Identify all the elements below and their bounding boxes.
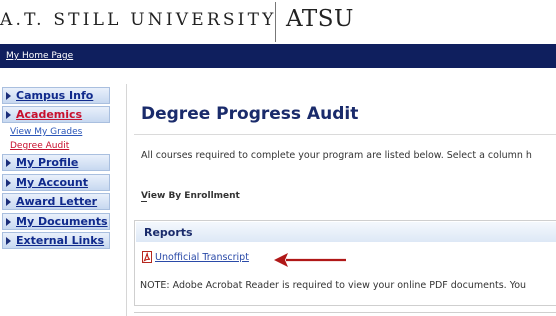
sidebar-item-my-documents[interactable]: My Documents xyxy=(2,213,110,230)
reports-header: Reports xyxy=(136,222,556,242)
site-header: A.T. STILL UNIVERSITY ATSU xyxy=(0,0,556,44)
sidebar-item-label: Academics xyxy=(16,108,83,121)
sidebar-item-external-links[interactable]: External Links xyxy=(2,232,110,249)
sidebar-item-label: External Links xyxy=(16,234,105,247)
sidebar-item-campus-info[interactable]: Campus Info xyxy=(2,87,110,104)
subitem-view-my-grades[interactable]: View My Grades xyxy=(10,127,82,137)
triangle-right-icon xyxy=(6,237,11,245)
atsu-logo: ATSU xyxy=(286,6,354,32)
sidebar-item-my-profile[interactable]: My Profile xyxy=(2,154,110,171)
page-title: Degree Progress Audit xyxy=(141,104,359,124)
access-key-underline xyxy=(141,201,147,202)
red-arrow-icon xyxy=(274,253,346,267)
intro-text: All courses required to complete your pr… xyxy=(141,150,532,161)
triangle-right-icon xyxy=(6,198,11,206)
triangle-right-icon xyxy=(6,179,11,187)
sidebar-item-label: My Documents xyxy=(16,215,108,228)
title-divider xyxy=(134,134,556,135)
reports-title: Reports xyxy=(144,226,193,239)
subitem-degree-audit[interactable]: Degree Audit xyxy=(10,141,69,151)
university-name: A.T. STILL UNIVERSITY xyxy=(0,10,277,30)
sidebar-item-label: Award Letter xyxy=(16,195,98,208)
triangle-right-icon xyxy=(6,218,11,226)
acrobat-note: NOTE: Adobe Acrobat Reader is required t… xyxy=(140,280,527,291)
triangle-right-icon xyxy=(6,159,11,167)
bottom-divider xyxy=(134,312,556,313)
sidebar-item-label: Campus Info xyxy=(16,89,94,102)
topbar-spacer xyxy=(0,68,556,84)
my-home-page-link[interactable]: My Home Page xyxy=(6,51,73,61)
sidebar-item-label: My Account xyxy=(16,176,88,189)
triangle-right-icon xyxy=(6,111,11,119)
top-nav-bar: My Home Page xyxy=(0,44,556,68)
sidebar-divider xyxy=(126,84,127,316)
header-divider xyxy=(275,2,276,42)
view-by-enrollment-label: View By Enrollment xyxy=(141,191,240,201)
pdf-file-icon xyxy=(142,251,152,263)
sidebar-item-label: My Profile xyxy=(16,156,79,169)
sidebar-item-my-account[interactable]: My Account xyxy=(2,174,110,191)
sidebar-item-academics[interactable]: Academics xyxy=(2,106,110,123)
unofficial-transcript-link[interactable]: Unofficial Transcript xyxy=(155,252,249,263)
triangle-right-icon xyxy=(6,92,11,100)
sidebar-item-award-letter[interactable]: Award Letter xyxy=(2,193,110,210)
